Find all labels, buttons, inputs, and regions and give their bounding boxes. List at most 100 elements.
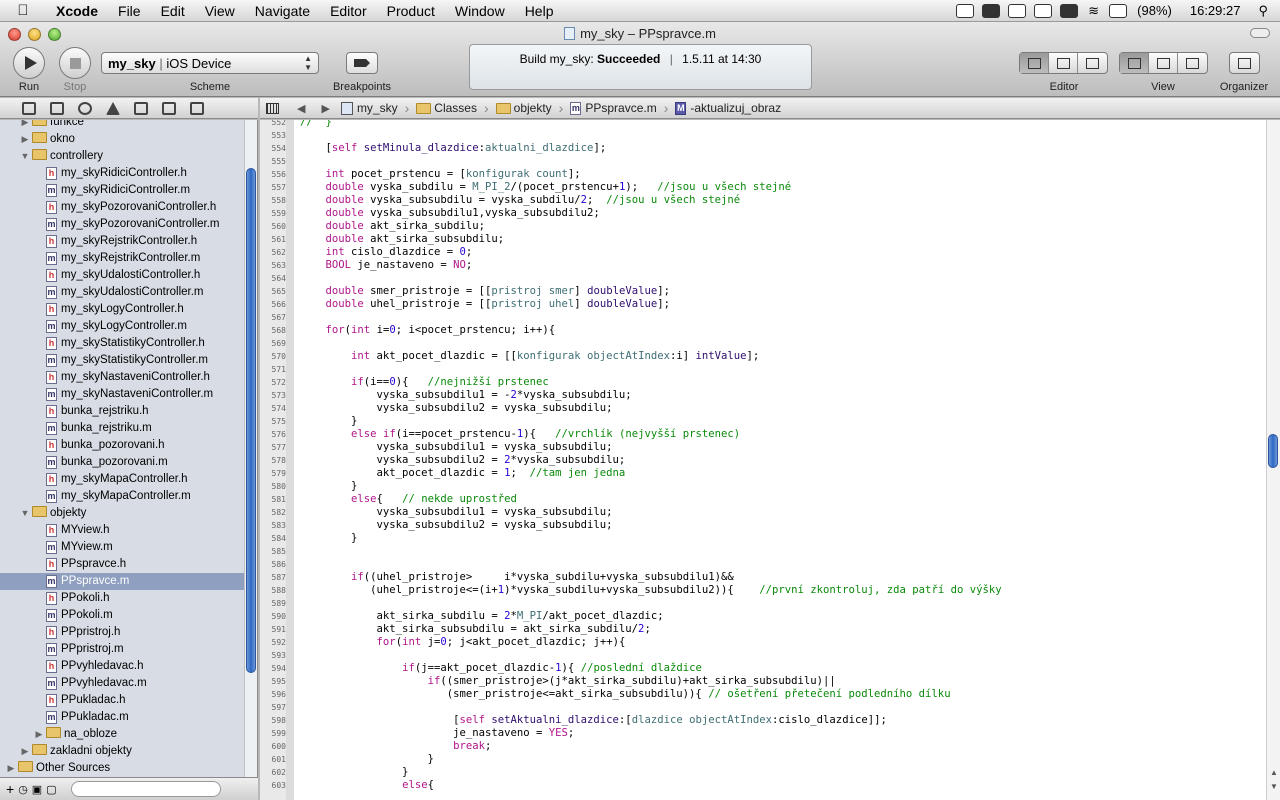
file-row[interactable]: h my_skyMapaController.h	[0, 471, 244, 488]
wifi-icon[interactable]: ≋	[1082, 0, 1105, 22]
file-row[interactable]: m my_skyNastaveniController.m	[0, 386, 244, 403]
file-row[interactable]: h MYview.h	[0, 522, 244, 539]
code-line[interactable]: int cislo_dlazdice = 0;	[300, 246, 473, 259]
file-row[interactable]: m PPspravce.m	[0, 573, 244, 590]
code-line[interactable]: for(int j=0; j<akt_pocet_dlazdic; j++){	[300, 636, 626, 649]
file-row[interactable]: h PPukladac.h	[0, 692, 244, 709]
code-line[interactable]: }	[300, 415, 357, 428]
monster-icon[interactable]	[982, 3, 1001, 18]
file-row[interactable]: m PPokoli.m	[0, 607, 244, 624]
code-line[interactable]: if(j==akt_pocet_dlazdic-1){ //poslední d…	[300, 662, 702, 675]
code-line[interactable]: double uhel_pristroje = [[pristroj uhel]…	[300, 298, 670, 311]
group-row[interactable]: ▶ okno	[0, 131, 244, 148]
organizer-button[interactable]	[1229, 52, 1260, 74]
dropbox-icon[interactable]	[956, 3, 975, 18]
code-line[interactable]: else{ // nekde uprostřed	[300, 493, 517, 506]
code-line[interactable]: BOOL je_nastaveno = NO;	[300, 259, 473, 272]
navigator-scroll-thumb[interactable]	[246, 168, 256, 673]
debug-navigator-icon[interactable]	[134, 101, 148, 115]
filter-field[interactable]	[70, 781, 221, 797]
code-line[interactable]: if((uhel_pristroje> i*vyska_subdilu+vysk…	[300, 571, 734, 584]
disclosure-open-icon[interactable]: ▼	[18, 505, 32, 522]
code-line[interactable]: int pocet_prstencu = [konfigurak count];	[300, 168, 581, 181]
navigator-toggle-button[interactable]	[1120, 53, 1149, 73]
spotlight-search-icon[interactable]: ⚲	[1252, 0, 1280, 22]
code-line[interactable]: double vyska_subsubdilu1,vyska_subsubdil…	[300, 207, 600, 220]
code-line[interactable]: vyska_subsubdilu2 = 2*vyska_subsubdilu;	[300, 454, 626, 467]
jump-group-classes[interactable]: Classes	[413, 101, 480, 115]
code-line[interactable]: [self setAktualni_dlazdice:[dlazdice obj…	[300, 714, 887, 727]
code-line[interactable]: for(int i=0; i<pocet_prstencu; i++){	[300, 324, 556, 337]
mail-icon[interactable]	[1034, 3, 1053, 18]
battery-icon[interactable]	[1109, 3, 1128, 18]
file-row[interactable]: m PPvyhledavac.m	[0, 675, 244, 692]
scroll-up-arrow-icon[interactable]: ▲	[1270, 768, 1278, 777]
code-line[interactable]: vyska_subsubdilu1 = vyska_subsubdilu;	[300, 441, 613, 454]
jump-file[interactable]: m PPspravce.m	[567, 101, 659, 115]
skype-icon[interactable]	[1060, 3, 1079, 18]
group-row[interactable]: ▶ zakladni objekty	[0, 743, 244, 760]
menu-view[interactable]: View	[195, 0, 245, 22]
file-row[interactable]: m my_skyPozorovaniController.m	[0, 216, 244, 233]
standard-editor-button[interactable]	[1020, 53, 1049, 73]
jump-group-objekty[interactable]: objekty	[493, 101, 555, 115]
file-row[interactable]: m bunka_pozorovani.m	[0, 454, 244, 471]
unsaved-files-icon[interactable]: ▣	[32, 783, 42, 796]
menu-help[interactable]: Help	[515, 0, 564, 22]
file-row[interactable]: h PPspravce.h	[0, 556, 244, 573]
code-line[interactable]: }	[300, 766, 408, 779]
code-line[interactable]: [self setMinula_dlazdice:aktualni_dlazdi…	[300, 142, 607, 155]
log-navigator-icon[interactable]	[190, 101, 204, 115]
file-row[interactable]: h my_skyNastaveniController.h	[0, 369, 244, 386]
code-line[interactable]: akt_sirka_subdilu = 2*M_PI/akt_pocet_dla…	[300, 610, 664, 623]
code-line[interactable]: else{	[300, 779, 434, 792]
file-row[interactable]: h my_skyPozorovaniController.h	[0, 199, 244, 216]
utilities-toggle-button[interactable]	[1178, 53, 1207, 73]
back-arrow-icon[interactable]: ◀	[289, 102, 313, 115]
apple-menu-icon[interactable]: 	[0, 2, 46, 19]
code-line[interactable]: double akt_sirka_subdilu;	[300, 220, 485, 233]
breakpoint-navigator-icon[interactable]	[162, 101, 176, 115]
file-row[interactable]: m MYview.m	[0, 539, 244, 556]
menu-window[interactable]: Window	[445, 0, 515, 22]
code-line[interactable]: double smer_pristroje = [[pristroj smer]…	[300, 285, 670, 298]
code-line[interactable]: // }	[300, 120, 332, 129]
menu-app[interactable]: Xcode	[46, 0, 108, 22]
disclosure-closed-icon[interactable]: ▶	[32, 726, 46, 743]
file-row[interactable]: m PPpristroj.m	[0, 641, 244, 658]
disclosure-closed-icon[interactable]: ▶	[18, 120, 32, 131]
forward-arrow-icon[interactable]: ▶	[313, 102, 337, 115]
jump-project[interactable]: my_sky	[338, 101, 401, 115]
file-row[interactable]: m my_skyMapaController.m	[0, 488, 244, 505]
file-row[interactable]: h my_skyRidiciController.h	[0, 165, 244, 182]
scheme-selector[interactable]: my_sky | iOS Device ▲ ▼	[101, 52, 319, 74]
code-line[interactable]: double akt_sirka_subsubdilu;	[300, 233, 505, 246]
file-row[interactable]: m my_skyRidiciController.m	[0, 182, 244, 199]
breakpoints-button[interactable]	[346, 52, 378, 74]
file-row[interactable]: h bunka_rejstriku.h	[0, 403, 244, 420]
code-line[interactable]: int akt_pocet_dlazdic = [[konfigurak obj…	[300, 350, 759, 363]
code-line[interactable]: (uhel_pristroje<=(i+1)*vyska_subdilu+vys…	[300, 584, 1001, 597]
clock[interactable]: 16:29:27	[1178, 0, 1253, 22]
code-line[interactable]: }	[300, 532, 357, 545]
menu-editor[interactable]: Editor	[320, 0, 377, 22]
editor-scroll-thumb[interactable]	[1268, 434, 1278, 468]
related-files-icon[interactable]	[266, 102, 279, 114]
file-row[interactable]: m my_skyLogyController.m	[0, 318, 244, 335]
code-line[interactable]: }	[300, 753, 434, 766]
group-row[interactable]: ▶ Other Sources	[0, 760, 244, 777]
group-row[interactable]: ▼ objekty	[0, 505, 244, 522]
menu-file[interactable]: File	[108, 0, 151, 22]
code-line[interactable]: vyska_subsubdilu1 = -2*vyska_subsubdilu;	[300, 389, 632, 402]
project-navigator-icon[interactable]	[22, 101, 36, 115]
debug-area-toggle-button[interactable]	[1149, 53, 1178, 73]
code-line[interactable]: vyska_subsubdilu2 = vyska_subsubdilu;	[300, 402, 613, 415]
issue-navigator-icon[interactable]	[106, 101, 120, 115]
version-editor-button[interactable]	[1078, 53, 1107, 73]
group-row[interactable]: ▶ na_obloze	[0, 726, 244, 743]
code-line[interactable]: if(i==0){ //nejnižší prstenec	[300, 376, 549, 389]
source-editor[interactable]: 552 // } 553 554 [self setMinula_dlazdice:a…	[260, 120, 1280, 800]
symbol-navigator-icon[interactable]	[50, 101, 64, 115]
code-line[interactable]: vyska_subsubdilu1 = vyska_subsubdilu;	[300, 506, 613, 519]
file-row[interactable]: h my_skyUdalostiController.h	[0, 267, 244, 284]
